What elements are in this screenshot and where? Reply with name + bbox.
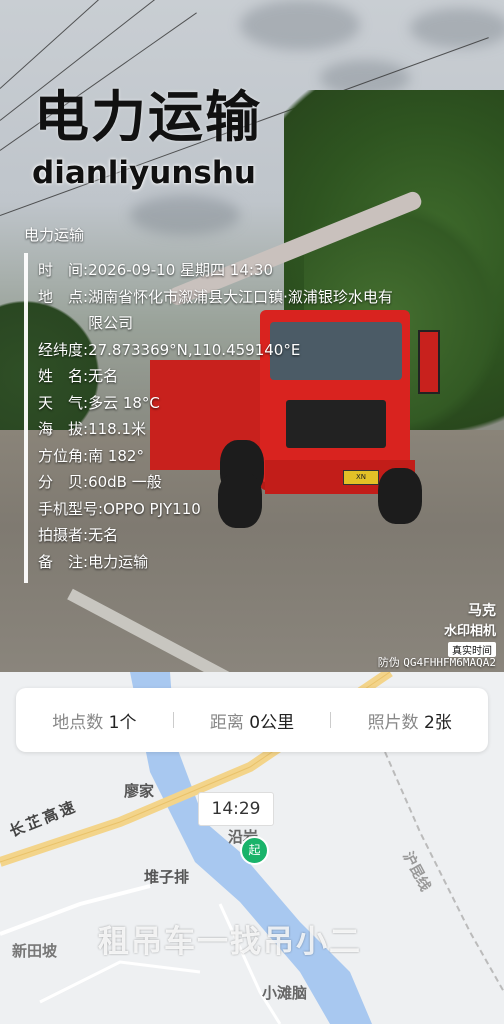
info-row-coordinates: 经纬度: 27.873369°N,110.459140°E: [38, 337, 398, 364]
cloud: [130, 195, 240, 235]
page-subtitle: dianliyunshu: [32, 155, 256, 191]
minor-road: [39, 960, 201, 1004]
info-row-decibel: 分 贝: 60dB 一般: [38, 469, 398, 496]
watermark-logo-line1: 马克: [468, 603, 496, 619]
brand-label: 电力运输: [24, 226, 85, 244]
info-value: 27.873369°N,110.459140°E: [88, 340, 301, 359]
photo-info-list: 时 间: 2026-09-10 星期四 14:30 地 点: 湖南省怀化市溆浦县大江…: [38, 257, 398, 575]
info-value: 无名: [88, 367, 119, 385]
info-key: 拍摄者:: [38, 526, 89, 544]
info-key: 分 贝:: [38, 473, 89, 491]
page-title: 电力运输: [34, 85, 263, 149]
info-key: 方位角:: [38, 446, 89, 465]
info-value: 60dB 一般: [88, 473, 162, 491]
anti-fake-value: QG4FHHFM6MAQA2: [403, 656, 496, 669]
info-value: 湖南省怀化市溆浦县大江口镇·溆浦银珍水电有限公司: [88, 287, 393, 333]
photo-area: XN 56851 电力运输 dianliyunshu 电力运输 时 间:2026…: [0, 0, 504, 672]
info-value: 118.1米: [88, 420, 147, 438]
anti-fake-label: 防伪: [377, 656, 400, 669]
info-key: 备 注:: [38, 552, 89, 571]
info-row-location: 地 点: 湖南省怀化市溆浦县大江口镇·溆浦银珍水电有限公司: [38, 284, 398, 337]
stat-label: 照片数: [367, 712, 419, 733]
watermark-logo-line2: 水印相机: [443, 624, 496, 639]
info-value: 南 182°: [88, 446, 144, 465]
info-key: 天 气:: [38, 393, 89, 412]
info-row-note: 备 注: 电力运输: [38, 549, 398, 576]
stat-photos: 照片数 2张: [331, 708, 488, 733]
info-row-photographer: 拍摄者: 无名: [38, 522, 398, 549]
cloud: [240, 0, 360, 50]
anti-fake-code: 防伪 QG4FHHFM6MAQA2: [378, 654, 496, 670]
info-key: 时 间:: [38, 261, 89, 279]
map-label-liaojia: 廖家: [124, 782, 155, 800]
railway-line: [384, 751, 504, 993]
map-label-xiaotannao: 小滩脑: [262, 984, 308, 1002]
info-key: 地 点:: [38, 287, 89, 306]
watermark-camera-logo: 马克 水印相机 真实时间: [434, 600, 496, 658]
info-value: 无名: [88, 526, 119, 544]
stats-card: 地点数 1个 距离 0公里 照片数 2张: [16, 688, 488, 752]
time-marker[interactable]: 14:29: [198, 792, 274, 826]
truck-mirror: [418, 330, 440, 394]
info-row-time: 时 间: 2026-09-10 星期四 14:30: [38, 257, 398, 284]
info-key: 手机型号:: [38, 499, 104, 518]
stat-value: 2张: [423, 712, 452, 733]
info-value: 多云 18°C: [88, 393, 160, 412]
info-row-azimuth: 方位角: 南 182°: [38, 443, 398, 470]
stat-value: 1个: [108, 712, 137, 733]
info-row-name: 姓 名: 无名: [38, 363, 398, 390]
info-row-weather: 天 气: 多云 18°C: [38, 390, 398, 417]
stat-label: 距离: [209, 712, 244, 733]
info-key: 姓 名:: [38, 367, 89, 385]
map-label-xintianpo: 新田坡: [12, 942, 58, 960]
info-row-phone-model: 手机型号: OPPO PJY110: [38, 496, 398, 523]
info-key: 经纬度:: [38, 340, 89, 359]
stat-value: 0公里: [249, 712, 295, 733]
info-row-altitude: 海 拔: 118.1米: [38, 416, 398, 443]
info-value: 电力运输: [88, 552, 149, 571]
info-value: 2026-09-10 星期四 14:30: [88, 261, 273, 279]
bottom-watermark: 租吊车一找吊小二: [98, 924, 362, 960]
stat-label: 地点数: [52, 712, 104, 733]
info-divider: [24, 253, 28, 583]
start-pin-icon[interactable]: 起: [240, 836, 269, 865]
cloud: [410, 8, 504, 48]
map-label-duizipai: 堆子排: [144, 868, 190, 886]
stat-locations: 地点数 1个: [16, 708, 173, 733]
info-key: 海 拔:: [38, 420, 89, 438]
stat-distance: 距离 0公里: [174, 708, 331, 733]
info-value: OPPO PJY110: [103, 499, 201, 518]
